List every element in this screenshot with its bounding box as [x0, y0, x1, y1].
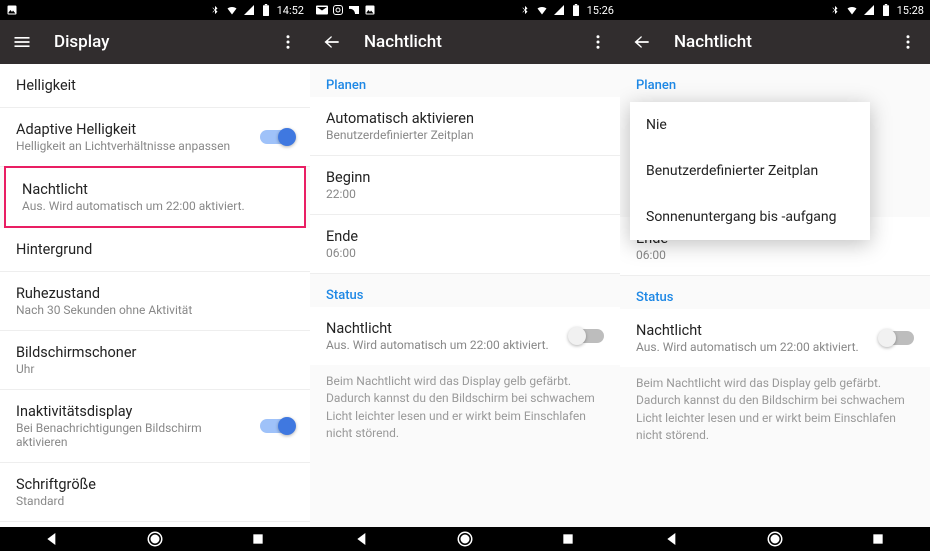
panel-nachtlicht-popup: 15:28 Nachtlicht Planen Ende06:00 Status… [620, 0, 930, 527]
gmail-icon [316, 4, 328, 16]
row-adaptive-helligkeit[interactable]: Adaptive HelligkeitHelligkeit an Lichtve… [0, 108, 310, 167]
description-text: Beim Nachtlicht wird das Display gelb ge… [310, 365, 620, 457]
overflow-icon[interactable] [276, 30, 300, 54]
nav-recent[interactable] [868, 529, 888, 549]
wifi-icon [226, 4, 238, 16]
section-planen: Planen [310, 64, 620, 97]
section-planen: Planen [620, 64, 930, 97]
battery-icon [260, 4, 272, 16]
app-bar: Display [0, 20, 310, 64]
nav-back[interactable] [662, 529, 682, 549]
status-bar: 15:28 [620, 0, 930, 20]
overflow-icon[interactable] [586, 30, 610, 54]
row-nachtlicht-toggle[interactable]: NachtlichtAus. Wird automatisch um 22:00… [620, 309, 930, 367]
settings-list: Helligkeit Adaptive HelligkeitHelligkeit… [0, 64, 310, 527]
app-bar: Nachtlicht [310, 20, 620, 64]
row-nachtlicht-toggle[interactable]: NachtlichtAus. Wird automatisch um 22:00… [310, 307, 620, 365]
row-beginn[interactable]: Beginn22:00 [310, 156, 620, 215]
row-helligkeit[interactable]: Helligkeit [0, 64, 310, 108]
nav-recent[interactable] [558, 529, 578, 549]
panel-display: 14:52 Display Helligkeit Adaptive Hellig… [0, 0, 310, 527]
nav-back[interactable] [352, 529, 372, 549]
switch-inaktivitaet[interactable] [260, 419, 294, 433]
nav-back[interactable] [42, 529, 62, 549]
nav-bar [0, 527, 930, 551]
bluetooth-icon [209, 4, 221, 16]
status-bar: 14:52 [0, 0, 310, 20]
switch-nachtlicht[interactable] [570, 329, 604, 343]
page-title: Nachtlicht [674, 32, 876, 52]
photo-icon [6, 4, 18, 16]
switch-nachtlicht[interactable] [880, 331, 914, 345]
wifi-icon [536, 4, 548, 16]
row-inaktivitaetsdisplay[interactable]: InaktivitätsdisplayBei Benachrichtigunge… [0, 390, 310, 463]
schedule-popup: Nie Benutzerdefinierter Zeitplan Sonnenu… [630, 102, 870, 240]
row-ende[interactable]: Ende06:00 [310, 215, 620, 274]
nav-recent[interactable] [248, 529, 268, 549]
nav-home[interactable] [765, 529, 785, 549]
page-title: Nachtlicht [364, 32, 566, 52]
popup-option-nie[interactable]: Nie [630, 102, 870, 148]
instagram-icon [332, 4, 344, 16]
popup-option-sonnenuntergang[interactable]: Sonnenuntergang bis -aufgang [630, 194, 870, 240]
signal-icon [243, 4, 255, 16]
section-status: Status [310, 274, 620, 307]
battery-icon [880, 4, 892, 16]
signal-icon [553, 4, 565, 16]
nachtlicht-content: Planen Automatisch aktivierenBenutzerdef… [310, 64, 620, 527]
page-title: Display [54, 32, 256, 52]
signal-icon [863, 4, 875, 16]
row-auto-aktivieren[interactable]: Automatisch aktivierenBenutzerdefinierte… [310, 97, 620, 156]
row-ruhezustand[interactable]: RuhezustandNach 30 Sekunden ohne Aktivit… [0, 272, 310, 331]
bluetooth-icon [829, 4, 841, 16]
status-time: 14:52 [277, 4, 304, 17]
nav-home[interactable] [145, 529, 165, 549]
nav-home[interactable] [455, 529, 475, 549]
overflow-icon[interactable] [896, 30, 920, 54]
nachtlicht-content: Planen Ende06:00 Status NachtlichtAus. W… [620, 64, 930, 527]
row-schriftgroesse[interactable]: SchriftgrößeStandard [0, 463, 310, 522]
wifi-icon [846, 4, 858, 16]
status-time: 15:28 [897, 4, 924, 17]
status-time: 15:26 [587, 4, 614, 17]
app-bar: Nachtlicht [620, 20, 930, 64]
panel-nachtlicht: 15:26 Nachtlicht Planen Automatisch akti… [310, 0, 620, 527]
photo-icon [364, 4, 376, 16]
description-text: Beim Nachtlicht wird das Display gelb ge… [620, 367, 930, 459]
status-bar: 15:26 [310, 0, 620, 20]
popup-option-benutzerdefiniert[interactable]: Benutzerdefinierter Zeitplan [630, 148, 870, 194]
battery-icon [570, 4, 582, 16]
menu-icon[interactable] [10, 30, 34, 54]
bluetooth-icon [519, 4, 531, 16]
back-icon[interactable] [320, 30, 344, 54]
back-icon[interactable] [630, 30, 654, 54]
cast-icon [348, 4, 360, 16]
row-bildschirmschoner[interactable]: BildschirmschonerUhr [0, 331, 310, 390]
switch-adaptive[interactable] [260, 130, 294, 144]
row-nachtlicht[interactable]: NachtlichtAus. Wird automatisch um 22:00… [4, 166, 306, 228]
section-status: Status [620, 276, 930, 309]
row-hintergrund[interactable]: Hintergrund [0, 228, 310, 272]
